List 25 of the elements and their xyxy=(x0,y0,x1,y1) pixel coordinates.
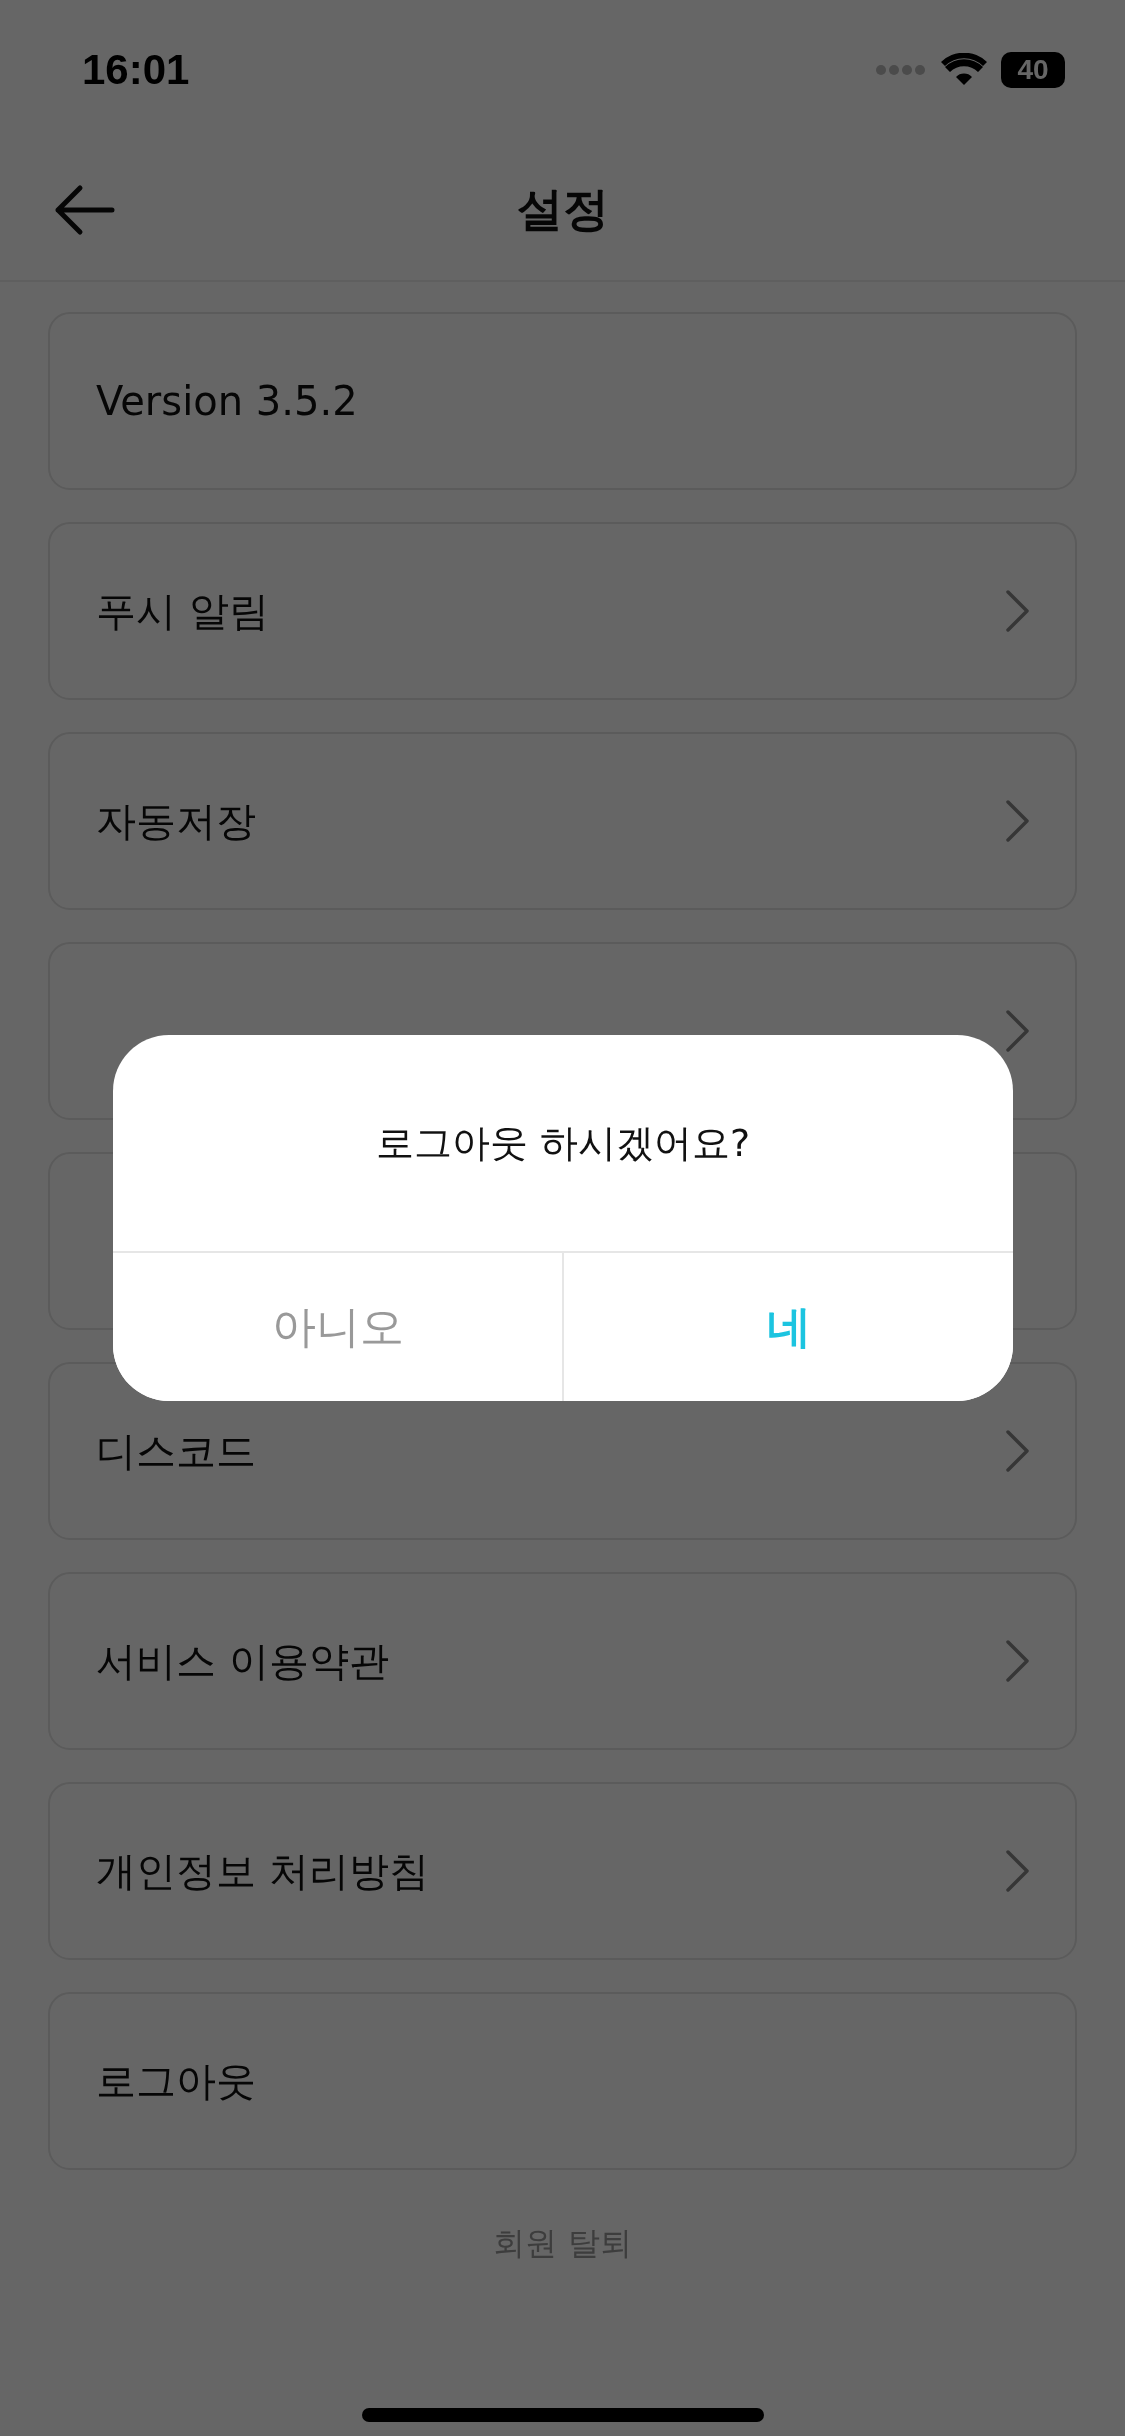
item-label: 서비스 이용약관 xyxy=(96,1636,389,1686)
settings-item[interactable]: 로그아웃 xyxy=(48,1992,1077,2170)
settings-item[interactable]: 푸시 알림 xyxy=(48,522,1077,700)
confirm-button[interactable]: 네 xyxy=(562,1253,1013,1401)
page-title: 설정 xyxy=(516,181,609,238)
item-label: Version 3.5.2 xyxy=(96,378,358,424)
chevron-right-icon xyxy=(1005,799,1031,843)
item-label: 푸시 알림 xyxy=(96,586,269,636)
settings-item[interactable]: 개인정보 처리방침 xyxy=(48,1782,1077,1960)
wifi-icon xyxy=(941,53,987,87)
signal-icon xyxy=(875,64,927,76)
settings-item[interactable]: 자동저장 xyxy=(48,732,1077,910)
chevron-right-icon xyxy=(1005,589,1031,633)
chevron-right-icon xyxy=(1005,1429,1031,1473)
settings-item[interactable]: 서비스 이용약관 xyxy=(48,1572,1077,1750)
battery-icon: 40 xyxy=(1001,52,1065,88)
chevron-right-icon xyxy=(1005,1009,1031,1053)
item-label: 자동저장 xyxy=(96,796,256,846)
item-label: 개인정보 처리방침 xyxy=(96,1846,429,1896)
item-label: 로그아웃 xyxy=(96,2056,256,2106)
item-label: 디스코드 xyxy=(96,1426,256,1476)
settings-item[interactable]: Version 3.5.2 xyxy=(48,312,1077,490)
status-time: 16:01 xyxy=(82,46,190,94)
chevron-right-icon xyxy=(1005,1849,1031,1893)
chevron-right-icon xyxy=(1005,1639,1031,1683)
